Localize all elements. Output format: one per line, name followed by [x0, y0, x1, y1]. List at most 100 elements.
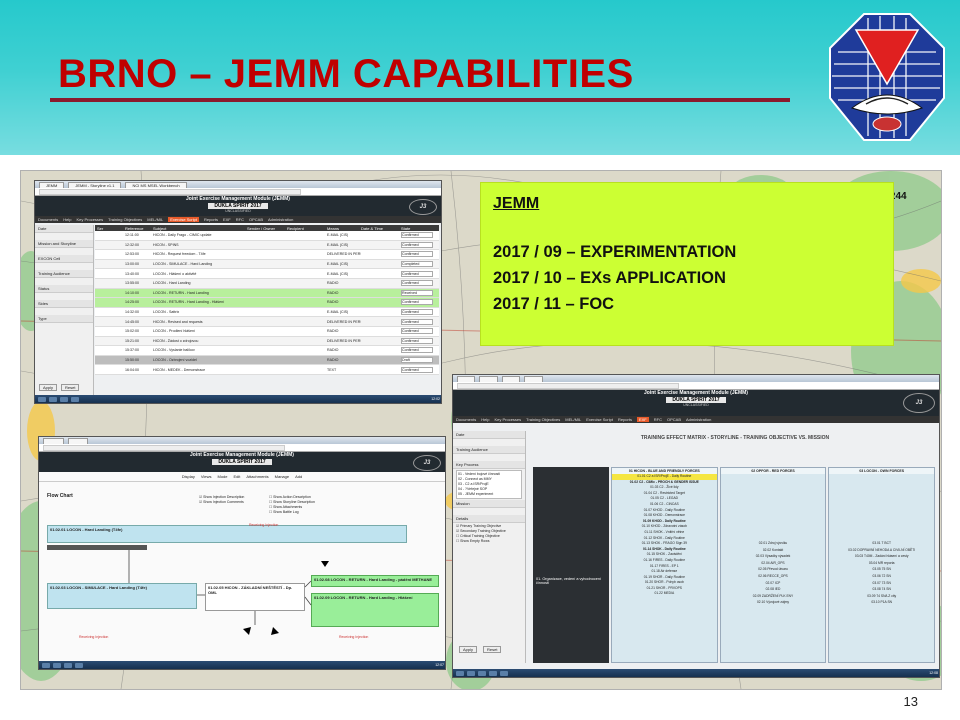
apply-button[interactable]: Apply	[459, 646, 478, 653]
state-select[interactable]: Confirmed	[401, 309, 433, 316]
menu-rfc[interactable]: RFC	[654, 417, 662, 422]
table-row[interactable]: 15:21:00 HICON - Žádost o zdrojovou DELIVE…	[95, 336, 439, 347]
state-select[interactable]: Confirmed	[401, 347, 433, 354]
state-select[interactable]: Confirmed	[401, 241, 433, 248]
state-select[interactable]: Confirmed	[401, 280, 433, 287]
address-bar[interactable]	[35, 188, 441, 196]
filter-sides[interactable]: Sides	[35, 300, 93, 308]
matrix-item[interactable]: 03.04 MR reporta	[829, 560, 934, 567]
state-select[interactable]: Confirmed	[401, 299, 433, 306]
state-select[interactable]: Confirmed	[401, 328, 433, 335]
menu-reports[interactable]: Reports	[618, 417, 632, 422]
table-cell: 14:25:00	[125, 300, 139, 305]
table-row[interactable]: 14:45:00 HICON - Revised and requests DELI…	[95, 317, 439, 327]
menu-opcab[interactable]: OPCAB	[249, 217, 263, 222]
filter-type[interactable]: Type	[35, 315, 93, 323]
menu-training-objectives[interactable]: Training Objectives	[526, 417, 560, 422]
filter-date[interactable]: Date	[453, 431, 525, 439]
matrix-item[interactable]: 02.06 RECCE_OPS	[721, 573, 826, 580]
browser-tab[interactable]: NCI MS MSEL Workbench	[125, 181, 187, 188]
matrix-item[interactable]: 02.08 IED	[721, 586, 826, 593]
table-row[interactable]: 14:32:00 LOCON - Sattrix E-MAIL (CIS) Confi…	[95, 307, 439, 318]
state-select[interactable]: Confirmed	[401, 251, 433, 258]
table-row[interactable]: 15:37:00 LOCON - Vyslanie balíkov RADIO Con…	[95, 346, 439, 356]
matrix-item[interactable]: 03.06 72 SN	[829, 573, 934, 580]
menu-documents[interactable]: Documents	[38, 217, 58, 222]
filter-details[interactable]: Details	[453, 515, 525, 523]
matrix-item[interactable]: 03.08 74 SN	[829, 586, 934, 593]
menu-administration[interactable]: Administration	[268, 217, 293, 222]
table-row[interactable]: 13:55:00 LOCON - Hard Landing RADIO Confirm…	[95, 278, 439, 289]
matrix-item[interactable]: 03.10 P1A SN	[829, 599, 934, 606]
matrix-item[interactable]: 03.09 74 SN/LZ city	[829, 593, 934, 600]
apply-button[interactable]: Apply	[39, 384, 58, 391]
menu-training-objectives[interactable]: Training Objectives	[108, 217, 142, 222]
menu-reports[interactable]: Reports	[204, 217, 218, 222]
matrix-item[interactable]: 02.10 Vývojové zájmy	[721, 599, 826, 606]
state-select[interactable]: Confirmed	[401, 337, 433, 344]
matrix-item[interactable]: 02.07 ICP	[721, 580, 826, 587]
matrix-item[interactable]: 03.03 T40M - Zadání hlásení a cesty	[829, 553, 934, 560]
state-select[interactable]: Completed	[401, 261, 433, 268]
filter-excon[interactable]: EXCON Cell	[35, 255, 93, 263]
option-empty-rows[interactable]: ☐ Show Empty Rows	[456, 539, 522, 544]
state-select[interactable]: Received	[401, 289, 433, 296]
menu-mel-mil[interactable]: MEL/MIL	[565, 417, 581, 422]
browser-tab[interactable]: JEMM	[39, 181, 65, 188]
filter-mission[interactable]: Mission	[453, 500, 525, 508]
state-select[interactable]: Draft	[401, 357, 433, 364]
menu-exercise-script[interactable]: Exercise Script	[168, 217, 199, 222]
filter-status[interactable]: Status	[35, 285, 93, 293]
filter-date[interactable]: Date	[35, 225, 93, 233]
menu-exf[interactable]: EXF	[223, 217, 231, 222]
filter-training-audience[interactable]: Training Audience	[453, 446, 525, 454]
matrix-item[interactable]: 02.03 Výsadky výsadek	[721, 553, 826, 560]
table-row[interactable]: 14:25:00 LOCON - RETURN - Hard Landing - …	[95, 298, 439, 308]
flow-annotation: Receiving Injection	[339, 635, 369, 639]
filter-key-process[interactable]: Key Process	[453, 461, 525, 469]
table-row[interactable]: 16:04:00 HICON - MEDEK - Demonstrace TEXT C…	[95, 365, 439, 375]
menu-administration[interactable]: Administration	[686, 417, 711, 422]
menu-exercise-script[interactable]: Exercise Script	[586, 417, 613, 422]
matrix-row-header: 01. Organizace, vedení a vyhodnocení čin…	[533, 467, 609, 663]
table-row[interactable]: 12:32:00 HICON - SPINS E-MAIL (CIS) Confirm…	[95, 240, 439, 251]
reset-button[interactable]: Reset	[483, 646, 502, 653]
matrix-item[interactable]: 02.02 Kontakt	[721, 547, 826, 554]
table-row[interactable]: 14:10:00 LOCON - RETURN - Hard Landing RAD…	[95, 288, 439, 299]
menu-opcab[interactable]: OPCAB	[667, 417, 681, 422]
matrix-item[interactable]: 02.04 AIR_OPS	[721, 560, 826, 567]
menu-rfc[interactable]: RFC	[236, 217, 244, 222]
matrix-item[interactable]: 03.02 DOPRAVNÍ NEHODA A CIVILNÍ OBĚTI	[829, 547, 934, 554]
table-row[interactable]: 12:11:00 HICON - Daily Frago - CIMIC upda…	[95, 231, 439, 241]
address-bar[interactable]	[453, 382, 939, 390]
state-select[interactable]: Confirmed	[401, 366, 433, 373]
table-row[interactable]: 15:02:00 LOCON - Prodlení hlášení RADIO Con…	[95, 326, 439, 337]
menu-help[interactable]: Help	[481, 417, 489, 422]
reset-button[interactable]: Reset	[61, 384, 80, 391]
key-process-list[interactable]: 01 - Vedení bojové činnosti 02 - Connect …	[456, 470, 522, 499]
state-select[interactable]: Confirmed	[401, 270, 433, 277]
menu-documents[interactable]: Documents	[456, 417, 476, 422]
state-select[interactable]: Confirmed	[401, 318, 433, 325]
filter-mission[interactable]: Mission and Storyline	[35, 240, 93, 248]
state-select[interactable]: Confirmed	[401, 232, 433, 239]
matrix-item[interactable]: 02.09 ZADRŽENÍ PLK ENY	[721, 593, 826, 600]
matrix-item[interactable]: 02.05 Převod útvaru	[721, 566, 826, 573]
matrix-item[interactable]: 02.01 Zdroj výcviku	[721, 540, 826, 547]
message-table: Ser Reference Subject Sender / Owner Rec…	[95, 225, 439, 375]
table-row[interactable]: 12:53:00 HICON - Request freedom - T4fe DE…	[95, 250, 439, 260]
matrix-item[interactable]: 01.22 MEDIA	[612, 591, 717, 597]
menu-key-processes[interactable]: Key Processes	[76, 217, 103, 222]
menu-key-processes[interactable]: Key Processes	[494, 417, 521, 422]
matrix-item[interactable]: 03.07 73 SN	[829, 580, 934, 587]
filter-training-audience[interactable]: Training Audience	[35, 270, 93, 278]
matrix-item[interactable]: 03.01 T BCT	[829, 540, 934, 547]
menu-help[interactable]: Help	[63, 217, 71, 222]
matrix-item[interactable]: 03.05 75 SN	[829, 566, 934, 573]
menu-mel-mil[interactable]: MEL/MIL	[147, 217, 163, 222]
browser-tab[interactable]: JEMM - Storyline v1.1	[68, 181, 122, 188]
table-row[interactable]: 13:00:00 LOCON - SIMULACE - Hard Landing E…	[95, 259, 439, 270]
table-row[interactable]: 15:50:00 LOCON - Ozbrojení vozidel RADIO Dr…	[95, 355, 439, 366]
menu-exf[interactable]: EXF	[636, 417, 649, 422]
table-row[interactable]: 13:40:00 LOCON - Hlášení o aktivitě E-MAIL…	[95, 269, 439, 279]
